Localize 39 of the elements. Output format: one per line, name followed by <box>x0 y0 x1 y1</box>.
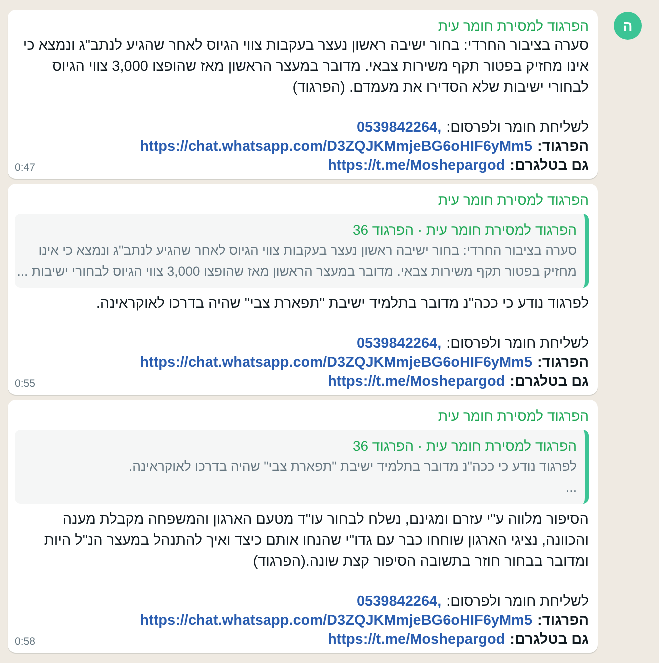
message-time: 0:55 <box>15 378 36 390</box>
sender-name: הפרגוד למסירת חומר עית <box>438 407 589 426</box>
quoted-text: לפרגוד נודע כי ככה"נ מדובר בתלמיד ישיבת "תפארת צבי" שהיה בדרכו לאוקראינה. <box>129 458 577 476</box>
telegram-label: גם בטלגרם: <box>510 631 589 650</box>
phone-link[interactable]: 0539842264, <box>356 335 442 354</box>
message-text: הסיפור מלווה ע"י עזרם ומגינם, נשלח לבחור עו"ד מטעם הארגון והמשפחה מקבלת מענה <box>62 511 589 530</box>
quoted-text: מחזיק בפטור תקף משירות צבאי. מדובר במעצר הראשון מאז שהופצו 3,000 צווי הגיוס לבחורי ישיבות ... <box>17 263 577 281</box>
group-label: הפרגוד: <box>538 354 589 373</box>
contact-label: לשליחת חומר ולפרסום: <box>446 593 589 612</box>
telegram-link[interactable]: https://t.me/Moshepargod <box>328 157 506 176</box>
quoted-message[interactable]: הפרגוד למסירת חומר עית · הפרגוד 36 לפרגוד נודע כי ככה"נ מדובר בתלמיד ישיבת "תפארת צבי" שהיה בדרכו לאוקראינה. ... <box>15 430 589 504</box>
message-text: לבחורי ישיבות שלא הסדירו את מעמדם. (הפרגוד) <box>292 79 589 98</box>
message-text: לפרגוד נודע כי ככה"נ מדובר בתלמיד ישיבת "תפארת צבי" שהיה בדרכו לאוקראינה. <box>96 295 589 314</box>
message-text: אינו מחזיק בפטור תקף משירות צבאי. מדובר במעצר הראשון מאז שהופצו 3,000 צווי הגיוס <box>52 58 589 77</box>
sender-name: הפרגוד למסירת חומר עית <box>438 17 589 36</box>
telegram-link[interactable]: https://t.me/Moshepargod <box>328 373 506 392</box>
group-link[interactable]: https://chat.whatsapp.com/D3ZQJKMmjeBG6oHIF6yMm5 <box>140 354 533 373</box>
group-label: הפרגוד: <box>538 138 589 157</box>
message-text: ומדובר בבחור חוזר בתשובה הסיפור קצת שונה.(הפרגוד) <box>253 553 589 572</box>
message-text: סערה בציבור החרדי: בחור ישיבה ראשון נעצר בעקבות צווי הגיוס לאחר שהגיע לנתב"ג ונמצא כי <box>23 37 589 56</box>
sender-name: הפרגוד למסירת חומר עית <box>438 191 589 210</box>
quoted-message[interactable] <box>15 214 589 288</box>
message-text: והכוונה, נציגי הארגון שוחחו כבר עם גדו"י שהנחו אותם כיצד ואיך להתנהל במעצר הנ"ל היות <box>44 532 589 551</box>
quoted-text: סערה בציבור החרדי: בחור ישיבה ראשון נעצר בעקבות צווי הגיוס לאחר שהגיע לנתב"ג ונמצא כי אינו <box>38 242 577 260</box>
quoted-sender: הפרגוד למסירת חומר עית · הפרגוד 36 <box>352 221 577 240</box>
phone-link[interactable]: 0539842264, <box>356 119 442 138</box>
quoted-sender: הפרגוד למסירת חומר עית · הפרגוד 36 <box>352 437 577 456</box>
group-label: הפרגוד: <box>538 612 589 631</box>
message-time: 0:58 <box>15 636 36 648</box>
phone-link[interactable]: 0539842264, <box>356 593 442 612</box>
contact-label: לשליחת חומר ולפרסום: <box>446 119 589 138</box>
quoted-text: ... <box>566 479 577 497</box>
telegram-label: גם בטלגרם: <box>510 373 589 392</box>
contact-label: לשליחת חומר ולפרסום: <box>446 335 589 354</box>
telegram-link[interactable]: https://t.me/Moshepargod <box>328 631 506 650</box>
telegram-label: גם בטלגרם: <box>510 157 589 176</box>
message-time: 0:47 <box>15 162 36 174</box>
group-link[interactable]: https://chat.whatsapp.com/D3ZQJKMmjeBG6oHIF6yMm5 <box>140 138 533 157</box>
group-link[interactable]: https://chat.whatsapp.com/D3ZQJKMmjeBG6oHIF6yMm5 <box>140 612 533 631</box>
